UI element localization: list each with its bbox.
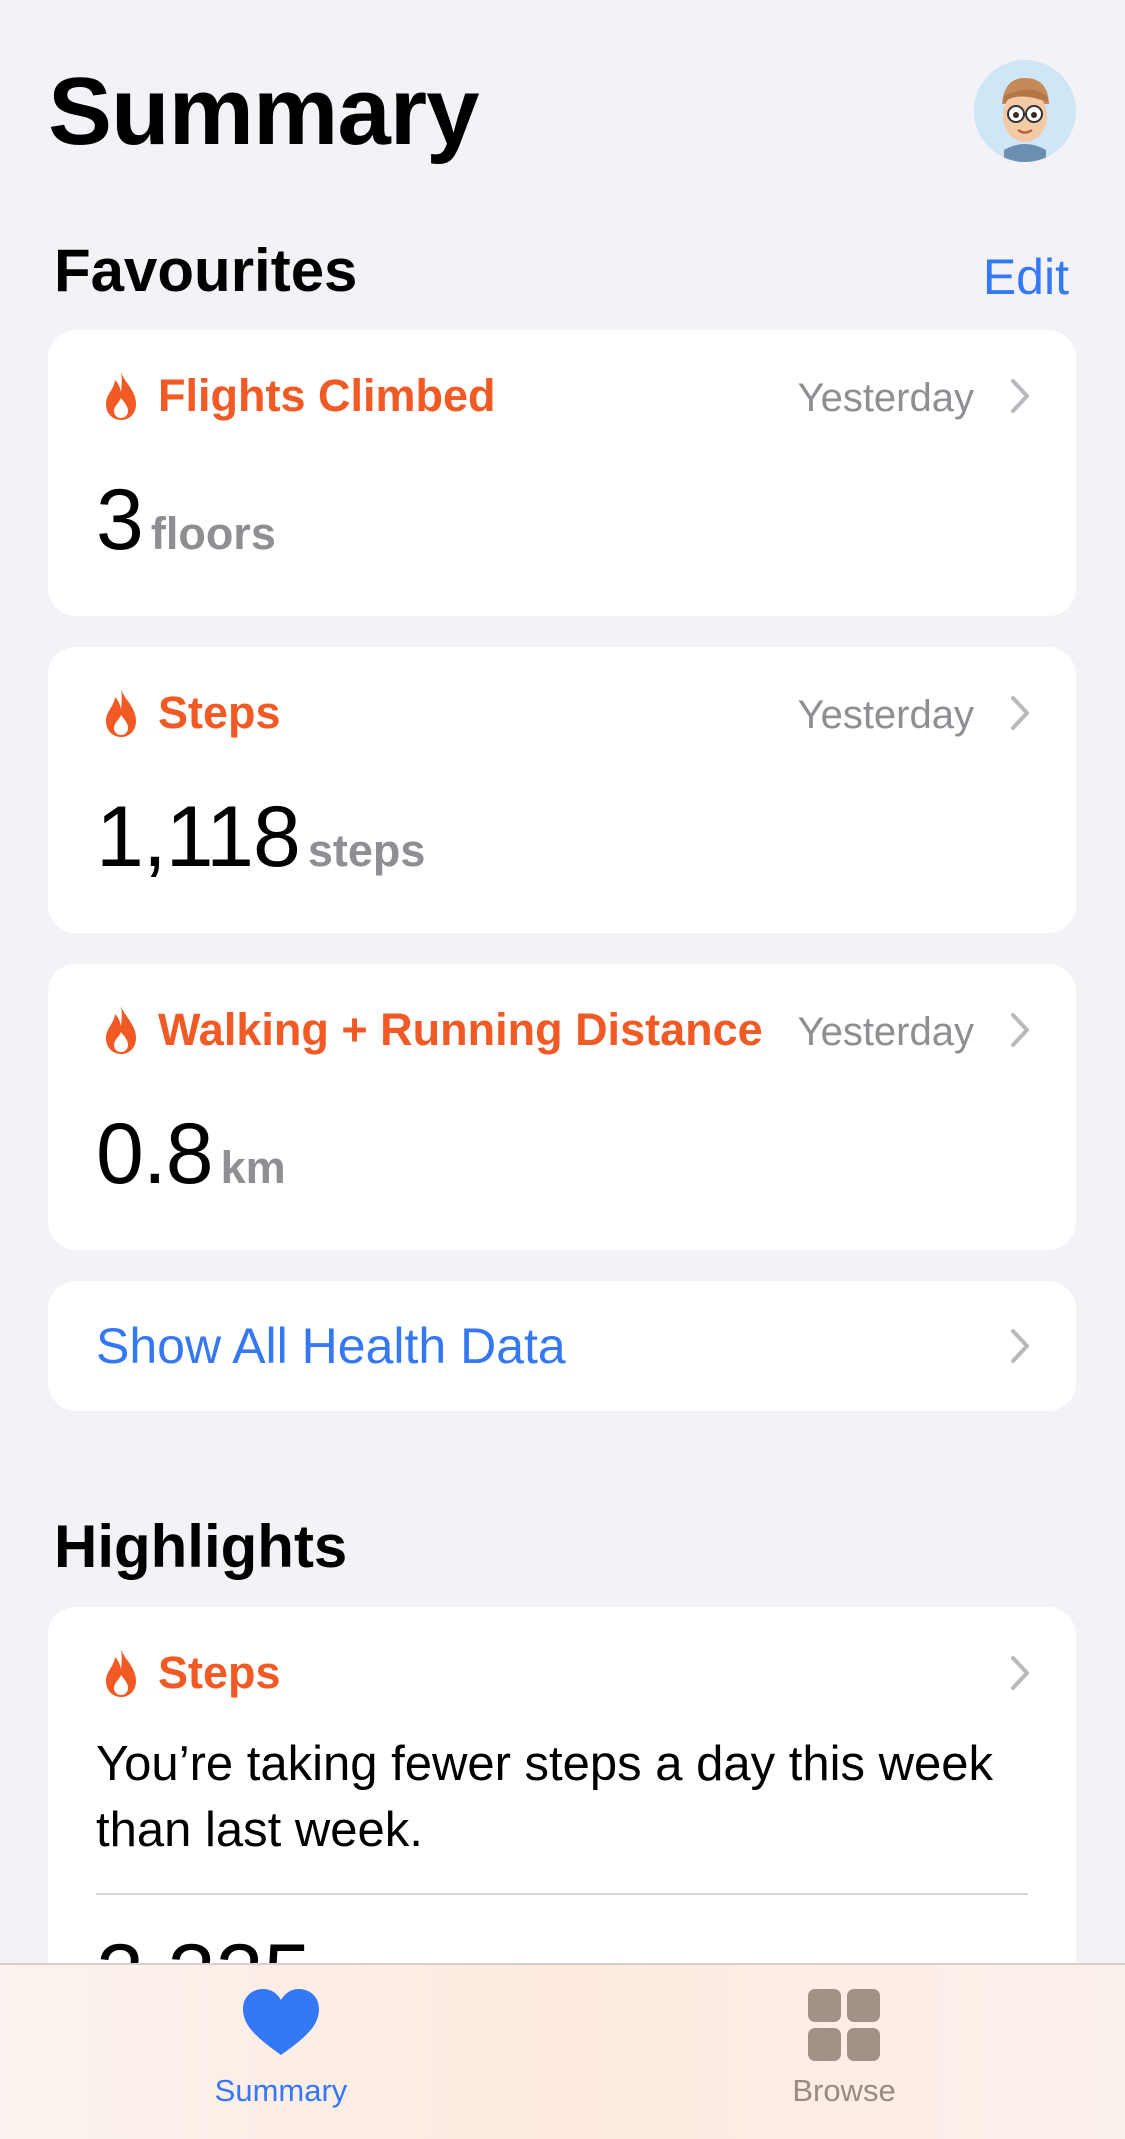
tab-browse[interactable]: Browse <box>694 1965 994 2139</box>
flame-icon <box>106 372 136 420</box>
tab-label: Browse <box>792 2073 896 2108</box>
highlight-description: You’re taking fewer steps a day this wee… <box>96 1737 994 1857</box>
heart-icon <box>243 1989 319 2055</box>
memoji-avatar-icon <box>974 60 1076 162</box>
favourite-card-flights-climbed[interactable]: Flights Climbed Yesterday 3 floors <box>48 330 1076 616</box>
chevron-right-icon <box>1011 1329 1029 1363</box>
tab-bar: Summary Browse <box>0 1963 1125 2139</box>
metric-unit: floors <box>150 508 276 559</box>
metric-timestamp: Yesterday <box>797 1010 974 1054</box>
highlight-label: Steps <box>158 1647 281 1698</box>
chevron-right-icon <box>1011 1013 1029 1047</box>
metric-value: 1,118 <box>96 789 301 885</box>
tab-label: Summary <box>214 2073 348 2108</box>
chevron-right-icon <box>1011 696 1029 730</box>
metric-label: Steps <box>158 687 281 738</box>
metric-value: 3 <box>96 472 144 568</box>
tab-summary[interactable]: Summary <box>131 1965 431 2139</box>
favourite-card-walking-running-distance[interactable]: Walking + Running Distance Yesterday 0.8… <box>48 964 1076 1250</box>
profile-avatar-button[interactable] <box>974 60 1076 162</box>
favourite-card-steps[interactable]: Steps Yesterday 1,118 steps <box>48 647 1076 933</box>
metric-value: 0.8 <box>96 1106 214 1202</box>
show-all-health-data-link[interactable]: Show All Health Data <box>96 1281 566 1411</box>
flame-icon <box>106 1006 136 1054</box>
metric-unit: steps <box>307 825 426 876</box>
chevron-right-icon <box>1011 1656 1029 1690</box>
flame-icon <box>106 1649 136 1697</box>
metric-unit: km <box>220 1142 286 1193</box>
metric-timestamp: Yesterday <box>797 693 974 737</box>
metric-label: Flights Climbed <box>158 370 496 421</box>
divider <box>96 1893 1028 1895</box>
flame-icon <box>106 689 136 737</box>
page-title: Summary <box>48 58 480 165</box>
highlights-section-title: Highlights <box>54 1513 348 1580</box>
favourites-section-title: Favourites <box>54 237 358 304</box>
metric-label: Walking + Running Distance <box>158 1004 763 1055</box>
grid-icon <box>808 1989 880 2061</box>
show-all-health-data-row[interactable]: Show All Health Data <box>48 1281 1076 1411</box>
chevron-right-icon <box>1011 379 1029 413</box>
metric-timestamp: Yesterday <box>797 376 974 420</box>
edit-favourites-button[interactable]: Edit <box>983 242 1069 312</box>
